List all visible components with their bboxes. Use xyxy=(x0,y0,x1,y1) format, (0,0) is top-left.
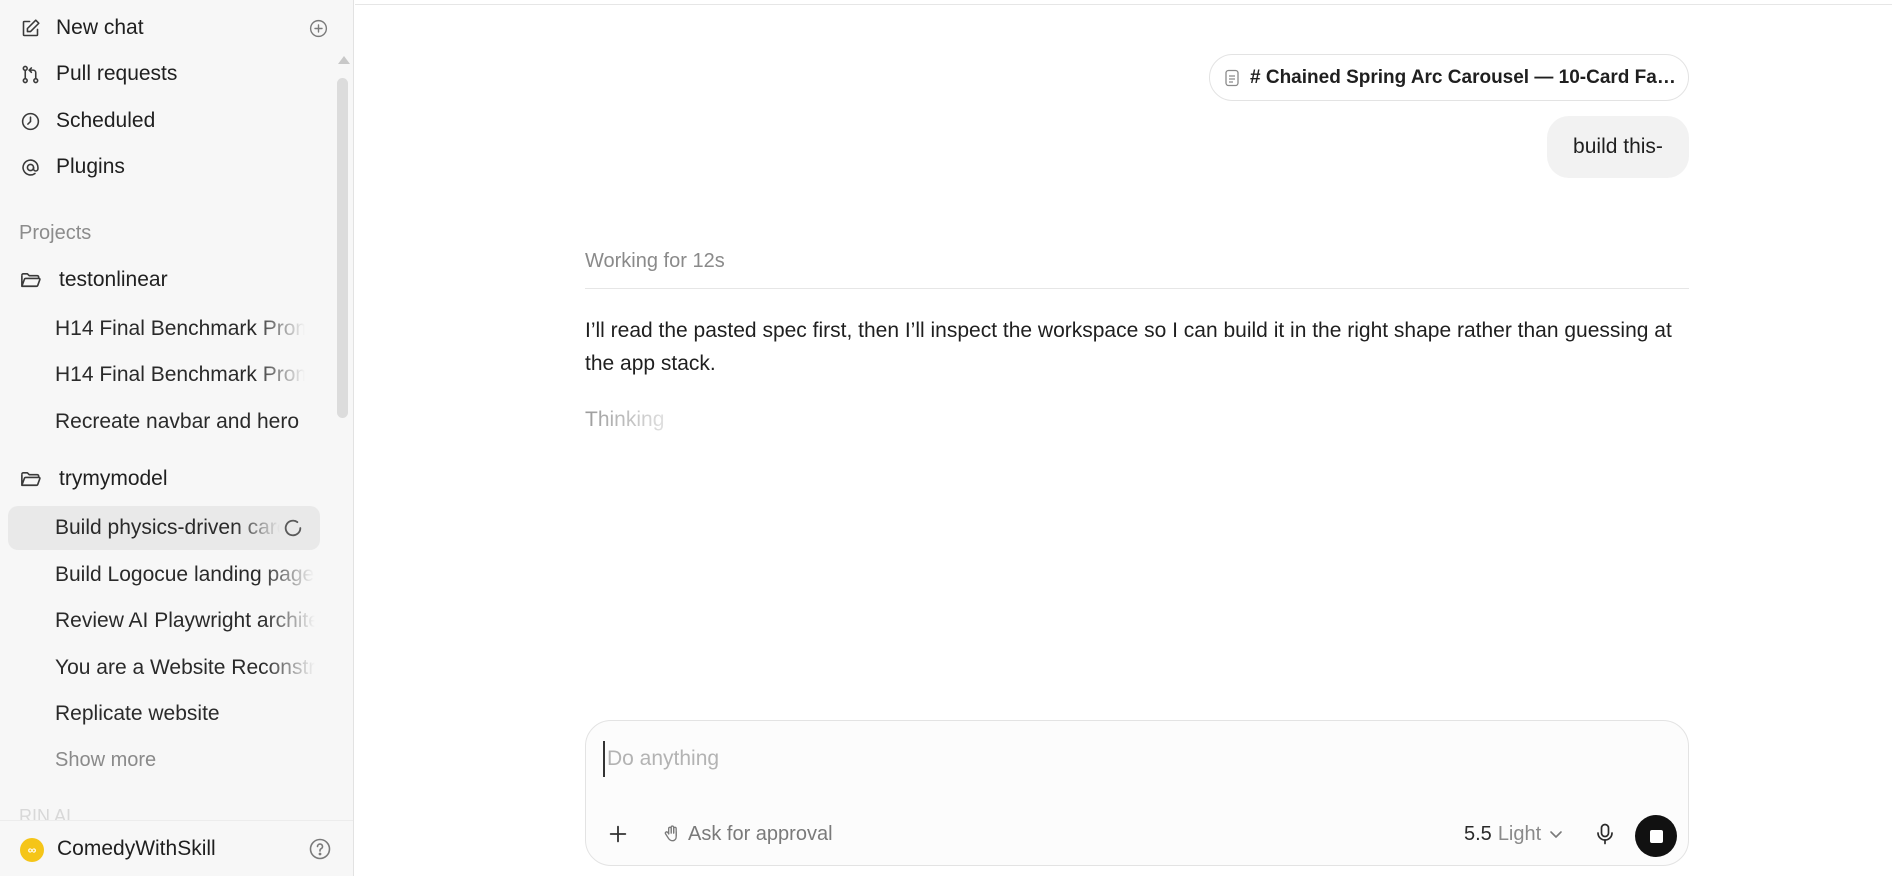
attachment-chip[interactable]: # Chained Spring Arc Carousel — 10-Card … xyxy=(1209,54,1689,101)
project-folder-trymymodel[interactable]: trymymodel xyxy=(8,459,320,499)
chevron-down-icon xyxy=(1549,827,1565,841)
top-divider xyxy=(355,4,1892,5)
model-version: 5.5 xyxy=(1464,822,1492,845)
stop-button[interactable] xyxy=(1635,815,1677,857)
at-sign-icon xyxy=(20,155,50,179)
help-icon[interactable] xyxy=(308,837,332,861)
ask-for-approval-button[interactable]: Ask for approval xyxy=(662,819,833,849)
status-divider xyxy=(585,288,1689,289)
thread-title: Build Logocue landing page xyxy=(55,563,315,586)
attachment-title: # Chained Spring Arc Carousel — 10-Card … xyxy=(1250,66,1680,88)
avatar[interactable]: ∞ xyxy=(20,838,44,862)
clock-icon xyxy=(20,109,50,133)
prompt-input[interactable] xyxy=(603,741,1663,777)
thread-title: H14 Final Benchmark Prompt xyxy=(55,317,305,340)
thread-title: Recreate navbar and hero xyxy=(55,410,299,433)
thread-title: You are a Website Reconstructor xyxy=(55,656,315,679)
compose-icon xyxy=(20,16,50,40)
pull-requests-label: Pull requests xyxy=(56,62,178,85)
sidebar-thread[interactable]: Review AI Playwright architecture xyxy=(8,599,320,643)
microphone-button[interactable] xyxy=(1590,819,1620,849)
project-name: testonlinear xyxy=(59,268,168,291)
git-pull-request-icon xyxy=(20,62,50,86)
sidebar-scrollbar[interactable] xyxy=(337,78,348,418)
sidebar-thread[interactable]: Build Logocue landing page xyxy=(8,553,320,597)
sidebar-thread[interactable]: You are a Website Reconstructor xyxy=(8,646,320,690)
scheduled-label: Scheduled xyxy=(56,109,156,132)
thread-title: Review AI Playwright architecture xyxy=(55,609,315,632)
loading-spinner-icon xyxy=(282,517,304,539)
show-more-link[interactable]: Show more xyxy=(55,749,156,772)
pull-requests-button[interactable]: Pull requests xyxy=(8,54,320,94)
stop-icon xyxy=(1649,829,1663,843)
assistant-message: I’ll read the pasted spec first, then I’… xyxy=(585,319,1672,375)
scroll-up-arrow[interactable] xyxy=(338,56,350,64)
sidebar-footer: ∞ ComedyWithSkill xyxy=(0,820,353,876)
thread-title: H14 Final Benchmark Prompt xyxy=(55,363,305,386)
sidebar-thread[interactable]: H14 Final Benchmark Prompt xyxy=(8,307,320,351)
project-folder-testonlinear[interactable]: testonlinear xyxy=(8,260,320,300)
add-circle-icon[interactable] xyxy=(306,16,330,40)
composer: Ask for approval 5.5 Light xyxy=(585,720,1689,866)
microphone-icon xyxy=(1597,823,1613,845)
thread-title: Build physics-driven carousel xyxy=(55,516,280,539)
new-chat-label: New chat xyxy=(56,16,144,39)
username[interactable]: ComedyWithSkill xyxy=(57,837,216,861)
user-message-bubble: build this- xyxy=(1547,116,1689,178)
folder-open-icon xyxy=(19,269,53,292)
sidebar: New chat Pull requests Scheduled Plugins… xyxy=(0,0,354,876)
approval-label: Ask for approval xyxy=(688,822,833,845)
model-selector[interactable]: 5.5 Light xyxy=(1464,819,1565,849)
projects-section-label: Projects xyxy=(19,222,92,244)
plus-icon xyxy=(609,825,627,843)
hand-icon xyxy=(662,824,688,844)
folder-open-icon xyxy=(19,468,53,491)
plugins-button[interactable]: Plugins xyxy=(8,147,320,187)
document-icon xyxy=(1224,68,1246,88)
working-status[interactable]: Working for 12s xyxy=(585,250,725,273)
project-name: trymymodel xyxy=(59,467,168,490)
thread-title: Replicate website xyxy=(55,702,220,725)
thinking-indicator: Thinking xyxy=(585,408,665,431)
plugins-label: Plugins xyxy=(56,155,125,178)
sidebar-thread[interactable]: Recreate navbar and hero xyxy=(8,400,320,444)
scheduled-button[interactable]: Scheduled xyxy=(8,101,320,141)
new-chat-button[interactable]: New chat xyxy=(8,8,320,48)
sidebar-thread[interactable]: Replicate website xyxy=(8,692,320,736)
model-mode: Light xyxy=(1497,822,1542,845)
sidebar-thread[interactable]: H14 Final Benchmark Prompt xyxy=(8,353,320,397)
add-attachment-button[interactable] xyxy=(603,819,633,849)
sidebar-thread-active[interactable]: Build physics-driven carousel xyxy=(8,506,320,550)
